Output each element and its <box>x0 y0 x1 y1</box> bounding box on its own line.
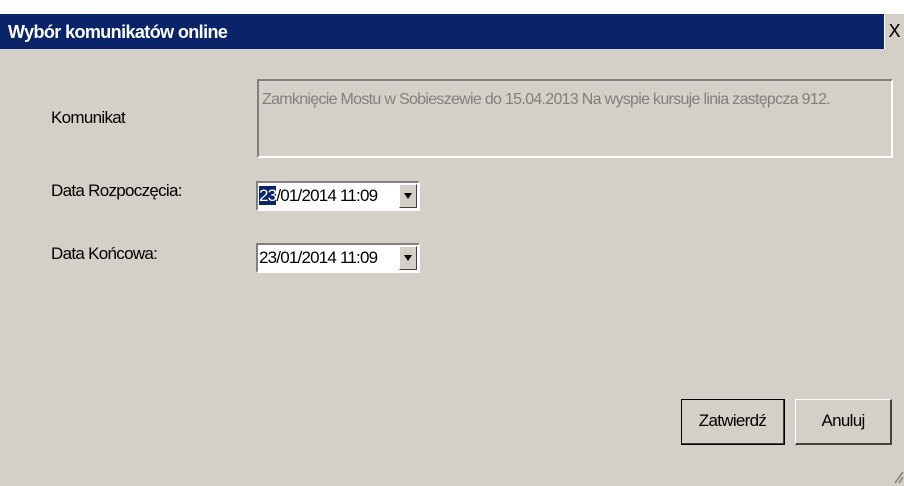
dialog-window: Wybór komunikatów online X Komunikat Zam… <box>0 0 904 486</box>
chevron-down-icon <box>404 193 412 199</box>
top-strip <box>0 0 904 14</box>
komunikat-text: Zamknięcie Mostu w Sobieszewie do 15.04.… <box>262 91 831 108</box>
close-button[interactable]: X <box>884 14 904 49</box>
end-date-dropdown-button[interactable] <box>399 246 417 270</box>
end-date-picker[interactable]: 23/01/2014 11:09 <box>256 243 420 273</box>
start-date-picker[interactable]: 23/01/2014 11:09 <box>256 181 420 211</box>
end-date-label: Data Końcowa: <box>51 244 158 263</box>
start-date-day-selected: 23 <box>259 186 277 205</box>
start-date-dropdown-button[interactable] <box>399 184 417 208</box>
window-title: Wybór komunikatów online <box>8 22 228 42</box>
start-date-rest: /01/2014 11:09 <box>276 186 378 205</box>
cancel-button[interactable]: Anuluj <box>795 399 892 445</box>
start-date-label: Data Rozpoczęcia: <box>51 181 182 200</box>
end-date-value[interactable]: 23/01/2014 11:09 <box>259 248 378 268</box>
start-date-value[interactable]: 23/01/2014 11:09 <box>259 186 378 206</box>
close-icon: X <box>888 21 901 42</box>
chevron-down-icon <box>404 255 412 261</box>
confirm-button[interactable]: Zatwierdź <box>681 399 785 445</box>
komunikat-label: Komunikat <box>51 108 126 127</box>
title-bar[interactable]: Wybór komunikatów online <box>0 14 884 49</box>
komunikat-field: Zamknięcie Mostu w Sobieszewie do 15.04.… <box>257 79 893 158</box>
resize-grip-icon[interactable] <box>892 470 904 484</box>
